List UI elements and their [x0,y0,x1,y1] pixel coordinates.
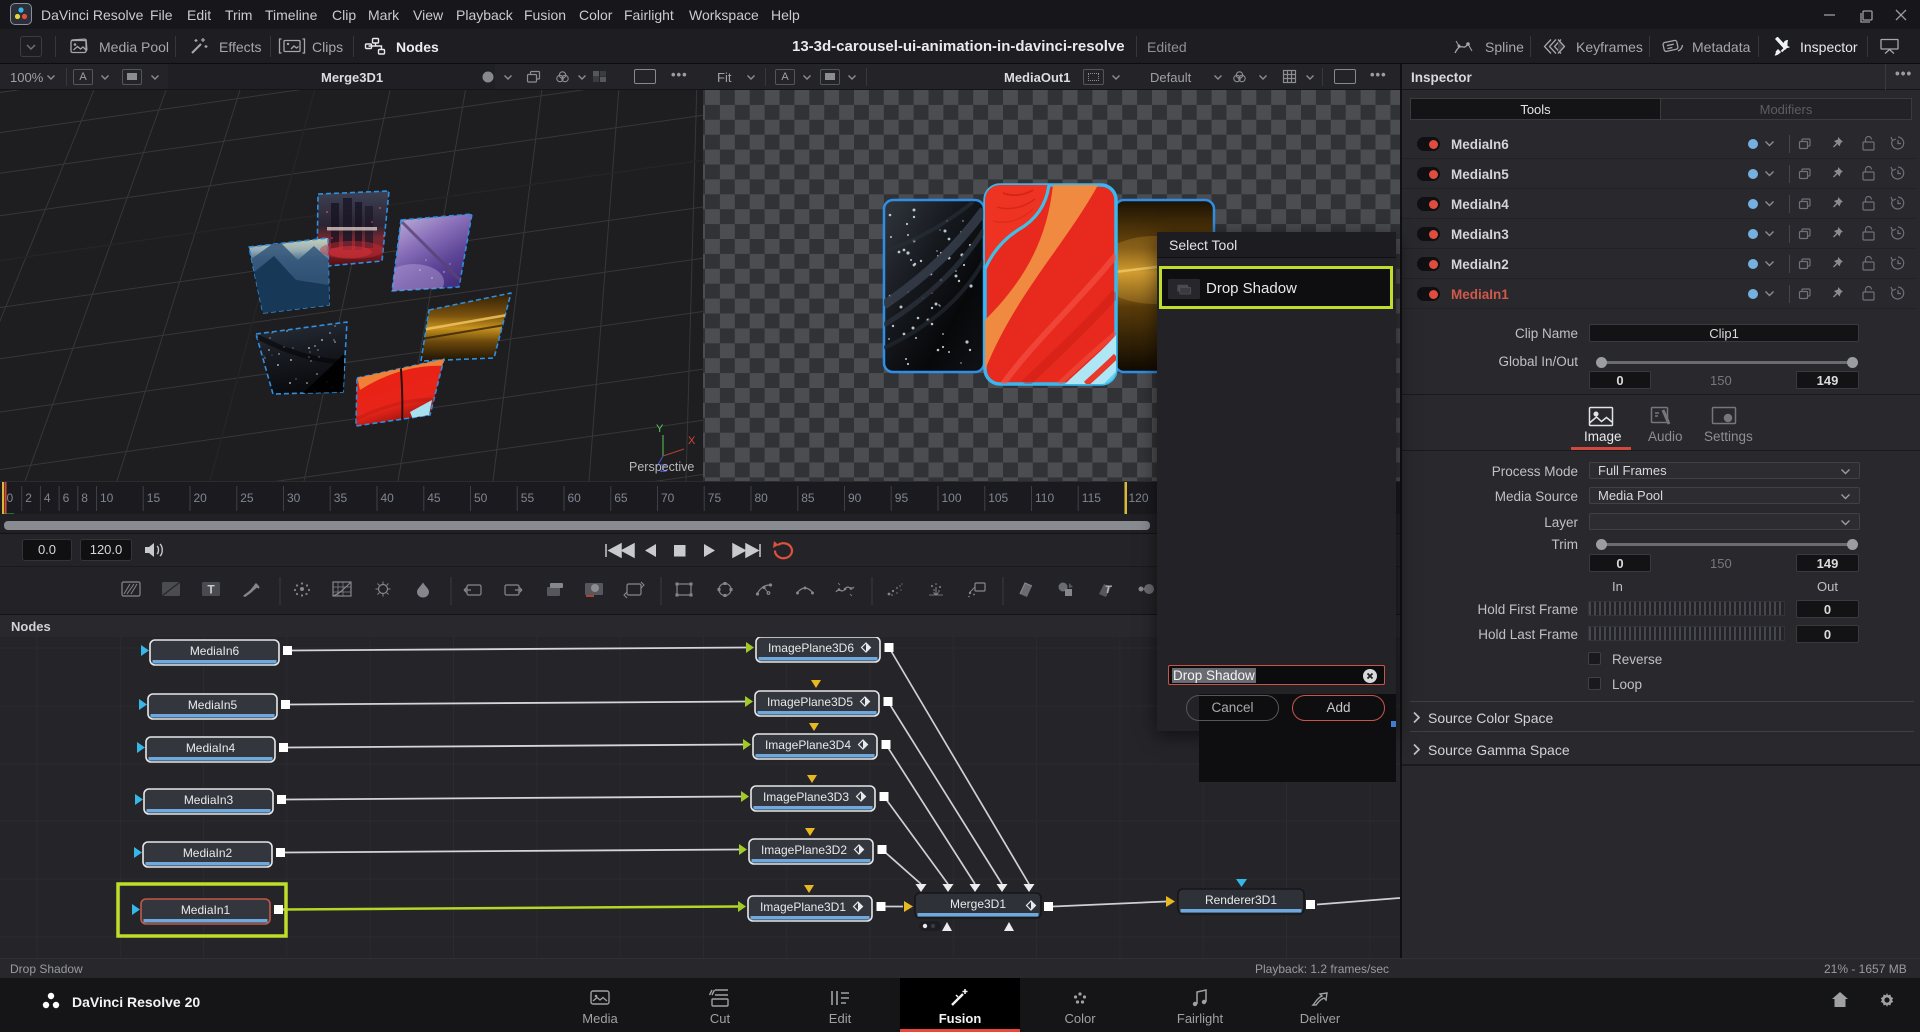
svg-text:80: 80 [755,491,769,505]
svg-text:100: 100 [942,491,962,505]
svg-text:Merge3D1: Merge3D1 [950,897,1006,911]
svg-text:120: 120 [1129,491,1149,505]
svg-text:4: 4 [44,491,51,505]
svg-text:MediaIn2: MediaIn2 [183,846,233,860]
svg-text:85: 85 [801,491,815,505]
svg-text:25: 25 [240,491,254,505]
svg-text:X: X [688,435,696,447]
svg-text:110: 110 [1035,491,1054,505]
svg-text:T: T [207,583,215,597]
svg-text:Perspective: Perspective [629,460,694,474]
svg-text:10: 10 [100,491,114,505]
svg-text:MediaIn6: MediaIn6 [190,644,240,658]
svg-text:90: 90 [848,491,862,505]
svg-text:2: 2 [25,491,32,505]
svg-text:75: 75 [708,491,722,505]
svg-text:0: 0 [7,491,14,505]
svg-text:35: 35 [334,491,348,505]
svg-text:6: 6 [63,491,70,505]
svg-text:ImagePlane3D3: ImagePlane3D3 [763,790,849,804]
svg-text:30: 30 [287,491,301,505]
svg-text:70: 70 [661,491,675,505]
svg-text:55: 55 [521,491,535,505]
svg-text:ImagePlane3D4: ImagePlane3D4 [765,738,851,752]
svg-text:T: T [1105,584,1113,596]
svg-text:ImagePlane3D1: ImagePlane3D1 [760,900,846,914]
svg-text:65: 65 [614,491,628,505]
svg-text:MediaIn1: MediaIn1 [181,903,231,917]
svg-text:MediaIn5: MediaIn5 [188,698,238,712]
svg-text:95: 95 [895,491,909,505]
svg-text:MediaIn4: MediaIn4 [186,741,236,755]
svg-text:105: 105 [988,491,1008,505]
svg-text:Renderer3D1: Renderer3D1 [1205,893,1277,907]
svg-text:ImagePlane3D2: ImagePlane3D2 [761,843,847,857]
svg-text:8: 8 [81,491,88,505]
svg-text:MediaIn3: MediaIn3 [184,793,234,807]
svg-text:40: 40 [381,491,395,505]
svg-text:115: 115 [1082,491,1101,505]
svg-text:45: 45 [427,491,441,505]
svg-text:ImagePlane3D6: ImagePlane3D6 [768,641,854,655]
svg-text:15: 15 [147,491,161,505]
svg-text:Y: Y [656,423,664,435]
svg-text:20: 20 [194,491,208,505]
svg-text:50: 50 [474,491,488,505]
svg-text:ImagePlane3D5: ImagePlane3D5 [767,695,853,709]
svg-text:60: 60 [568,491,582,505]
